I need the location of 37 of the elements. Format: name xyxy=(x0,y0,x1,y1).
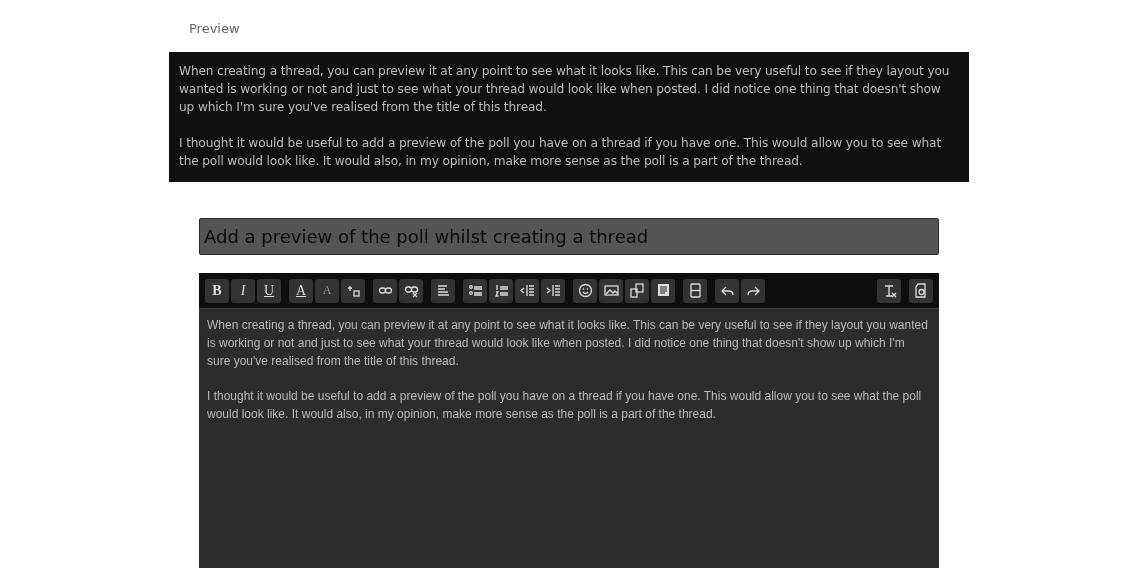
document-icon xyxy=(655,283,671,298)
underline-button[interactable]: U xyxy=(257,278,281,303)
text-color-button[interactable]: A xyxy=(289,278,313,303)
undo-button[interactable] xyxy=(715,278,739,303)
unlink-icon xyxy=(403,283,419,298)
source-button[interactable] xyxy=(909,278,933,303)
message-field[interactable]: When creating a thread, you can preview it at any point to see what it looks like. This can be very useful to see if they layout you wanted is working or not and just to see what your thread would look like when posted. I did notice one thing that doesn't show up which I'm sure you've realised from the title of this thread. I thought it would be useful to add a preview of the poll you have on a thread if you have one. This would allow you to see what the poll would look like. It would also, in my opinion, make more sense as the poll is a part of the thread. xyxy=(199,309,939,568)
font-button[interactable] xyxy=(341,278,365,303)
numbers-button[interactable] xyxy=(489,278,513,303)
numbered-list-icon xyxy=(493,283,509,298)
align-left-icon xyxy=(435,283,451,298)
quote-button[interactable] xyxy=(651,278,675,303)
link-button[interactable] xyxy=(373,278,397,303)
image-icon xyxy=(603,283,619,298)
smiley-icon xyxy=(577,283,593,298)
paragraph: When creating a thread, you can preview it at any point to see what it looks like. This can be very useful to see if they layout you wanted is working or not and just to see what your thread would look like when posted. I did notice one thing that doesn't show up which I'm sure you've realised from the title of this thread. xyxy=(179,63,951,116)
media-button[interactable] xyxy=(625,278,649,303)
redo-button[interactable] xyxy=(741,278,765,303)
smiley-button[interactable] xyxy=(573,278,597,303)
more-button[interactable] xyxy=(683,278,707,303)
indent-icon xyxy=(545,283,561,298)
indent-button[interactable] xyxy=(541,278,565,303)
unlink-button[interactable] xyxy=(399,278,423,303)
section-heading: Preview xyxy=(189,21,240,38)
font-size-button[interactable]: A xyxy=(315,278,339,303)
image-button[interactable] xyxy=(599,278,623,303)
page-break-icon xyxy=(687,283,703,298)
italic-button[interactable]: I xyxy=(231,278,255,303)
paragraph: I thought it would be useful to add a preview of the poll you have on a thread if you have one. This would allow you to see what the poll would look like. It would also, in my opinion, make more sense as the poll is a part of the thread. xyxy=(179,135,942,170)
outdent-button[interactable] xyxy=(515,278,539,303)
bullets-button[interactable] xyxy=(463,278,487,303)
outdent-icon xyxy=(519,283,535,298)
source-icon xyxy=(913,283,929,298)
bulleted-list-icon xyxy=(467,283,483,298)
clear-button[interactable] xyxy=(877,278,901,303)
align-button[interactable] xyxy=(431,278,455,303)
bold-button[interactable]: B xyxy=(205,278,229,303)
